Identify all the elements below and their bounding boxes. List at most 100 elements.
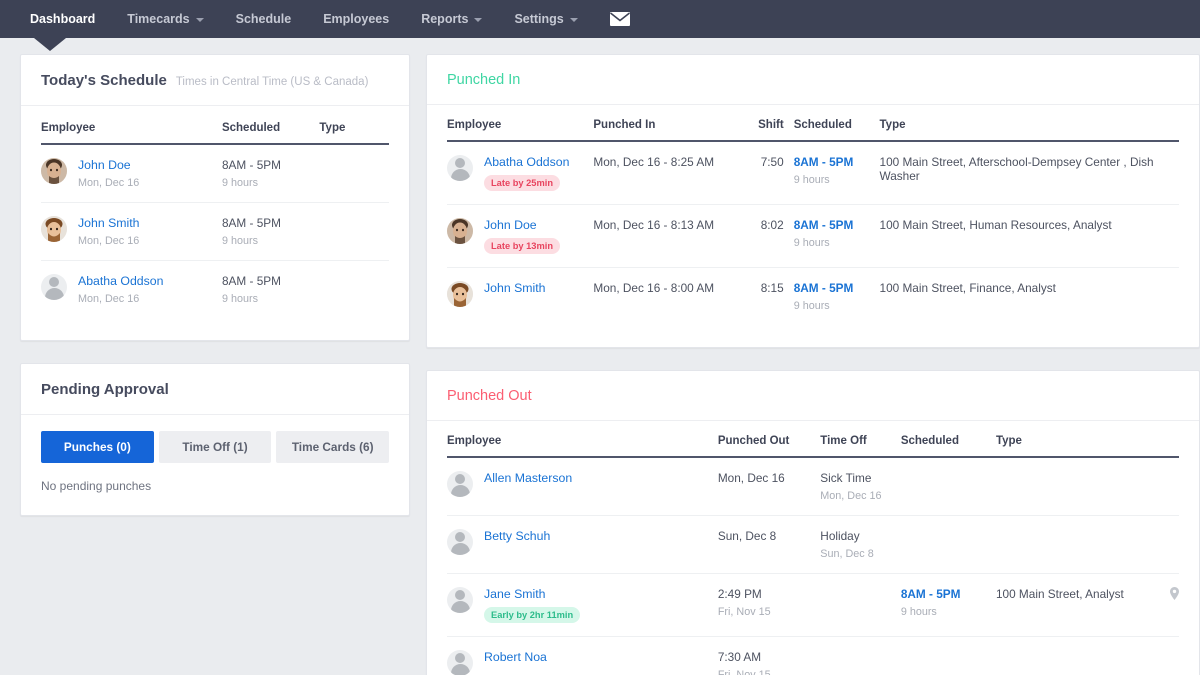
- chevron-down-icon: [195, 18, 204, 22]
- time-off-type: Sick Time: [820, 471, 872, 485]
- punched-out-table: Employee Punched Out Time Off Scheduled …: [447, 421, 1179, 675]
- employee-name-link[interactable]: Allen Masterson: [484, 471, 572, 486]
- table-row: John Doe Mon, Dec 16 8AM - 5PM 9 hours: [41, 144, 389, 203]
- employee-info: Jane Smith Early by 2hr 11min: [484, 587, 581, 623]
- punch-in-time: Mon, Dec 16 - 8:13 AM: [593, 218, 715, 232]
- employee-info: Abatha Oddson Mon, Dec 16: [78, 274, 163, 305]
- punch-out-date: Fri, Nov 15: [717, 669, 771, 675]
- punch-out-time: 7:30 AM: [717, 650, 762, 664]
- cell-punched-out: Mon, Dec 16: [717, 457, 821, 516]
- nav-item-schedule[interactable]: Schedule: [220, 0, 308, 38]
- cell-employee: John Doe Late by 13min: [447, 204, 594, 268]
- employee-info: Abatha Oddson Late by 25min: [484, 155, 569, 191]
- nav-item-settings[interactable]: Settings: [498, 0, 593, 38]
- nav-item-reports[interactable]: Reports: [405, 0, 498, 38]
- cell-employee: Allen Masterson: [447, 457, 718, 516]
- pending-tab-2[interactable]: Time Cards (6): [276, 431, 390, 463]
- employee-info: John Smith Mon, Dec 16: [78, 216, 140, 247]
- employee-name-link[interactable]: John Smith: [78, 216, 140, 231]
- punched-in-title: Punched In: [447, 72, 521, 88]
- employee-name-link[interactable]: Abatha Oddson: [78, 274, 163, 289]
- shift-value: 7:50: [760, 155, 784, 169]
- cell-scheduled: [900, 457, 996, 516]
- employee-name-link[interactable]: John Doe: [78, 158, 139, 173]
- employee-date: Mon, Dec 16: [78, 235, 140, 247]
- nav-item-timecards[interactable]: Timecards: [111, 0, 219, 38]
- table-row: John Smith Mon, Dec 16 - 8:00 AM 8:15 8AM -…: [447, 268, 1179, 326]
- col-time-off: Time Off: [820, 421, 901, 458]
- employee-name-link[interactable]: Betty Schuh: [484, 529, 550, 544]
- status-badge: Late by 25min: [484, 175, 561, 191]
- scheduled-hours: 9 hours: [221, 235, 258, 247]
- cell-scheduled: [900, 636, 996, 675]
- punch-out-time: Sun, Dec 8: [717, 529, 777, 543]
- employee-name-link[interactable]: Abatha Oddson: [484, 155, 569, 170]
- col-scheduled: Scheduled: [221, 106, 320, 145]
- punched-out-table-wrap: Employee Punched Out Time Off Scheduled …: [427, 421, 1199, 675]
- nav-item-label: Schedule: [235, 12, 292, 26]
- nav-item-employees[interactable]: Employees: [307, 0, 405, 38]
- avatar: [447, 281, 473, 307]
- employee-cell: John Smith Mon, Dec 16: [41, 216, 222, 247]
- envelope-icon: [609, 12, 630, 26]
- scheduled-hours: 9 hours: [900, 606, 937, 618]
- avatar-placeholder: [447, 155, 473, 181]
- punched-in-card: Punched In Employee Punched In Shift Sch…: [426, 54, 1200, 348]
- pending-tab-0[interactable]: Punches (0): [41, 431, 154, 463]
- scheduled-hours: 9 hours: [221, 293, 258, 305]
- cell-punched-in: Mon, Dec 16 - 8:25 AM: [593, 141, 740, 205]
- avatar-placeholder: [447, 650, 473, 675]
- pending-approval-title: Pending Approval: [41, 381, 169, 398]
- employee-info: John Doe Mon, Dec 16: [78, 158, 139, 189]
- time-off-type: Holiday: [820, 529, 860, 543]
- employee-name-link[interactable]: John Doe: [484, 218, 560, 233]
- type-value: 100 Main Street, Analyst: [995, 587, 1124, 601]
- card-bottom-padding: [21, 318, 409, 340]
- cell-time-off: [820, 636, 901, 675]
- scheduled-hours: 9 hours: [793, 174, 830, 186]
- pending-approval-card: Pending Approval Punches (0) Time Off (1)…: [20, 363, 410, 516]
- cell-scheduled: 8AM - 5PM 9 hours: [784, 268, 872, 326]
- cell-type: [319, 261, 389, 319]
- table-row: John Doe Late by 13min Mon, Dec 16 - 8:13 …: [447, 204, 1179, 268]
- employee-name-link[interactable]: John Smith: [484, 281, 546, 296]
- table-row: Allen Masterson Mon, Dec 16 Sick Time Mon, …: [447, 457, 1179, 516]
- nav-item-label: Employees: [323, 12, 390, 26]
- nav-item-label: Dashboard: [30, 12, 96, 26]
- avatar: [447, 218, 473, 244]
- status-badge: Late by 13min: [484, 238, 561, 254]
- col-shift: Shift: [739, 105, 784, 142]
- punch-out-date: Fri, Nov 15: [717, 606, 771, 618]
- time-off-date: Mon, Dec 16: [820, 490, 882, 502]
- cell-punched-out: Sun, Dec 8: [717, 515, 821, 574]
- cell-employee: Robert Noa: [447, 636, 718, 675]
- punched-in-table: Employee Punched In Shift Scheduled Type…: [447, 105, 1179, 325]
- table-header-row: Employee Punched In Shift Scheduled Type: [447, 105, 1179, 142]
- punched-in-header: Punched In: [427, 55, 1199, 105]
- page-title: Today's Schedule: [41, 72, 167, 89]
- scheduled-link[interactable]: 8AM - 5PM: [901, 587, 996, 601]
- pending-tab-1[interactable]: Time Off (1): [158, 431, 272, 463]
- employee-info: Allen Masterson: [484, 471, 572, 486]
- scheduled-link[interactable]: 8AM - 5PM: [794, 218, 872, 232]
- employee-info: John Smith: [484, 281, 546, 296]
- messages-button[interactable]: [594, 0, 646, 38]
- col-scheduled: Scheduled: [900, 421, 996, 458]
- cell-punched-out: 7:30 AM Fri, Nov 15: [717, 636, 821, 675]
- employee-info: John Doe Late by 13min: [484, 218, 561, 254]
- cell-employee: John Doe Mon, Dec 16: [41, 144, 222, 203]
- employee-name-link[interactable]: Jane Smith: [484, 587, 580, 602]
- location-pin-icon: [1170, 587, 1179, 603]
- scheduled-time: 8AM - 5PM: [221, 158, 281, 172]
- cell-punched-in: Mon, Dec 16 - 8:00 AM: [593, 268, 739, 326]
- cell-scheduled: [900, 515, 996, 574]
- type-value: 100 Main Street, Afterschool-Dempsey Cen…: [879, 155, 1154, 183]
- todays-schedule-table-wrap: Employee Scheduled Type John Doe Mon, Dec…: [21, 106, 409, 318]
- shift-value: 8:02: [760, 218, 784, 232]
- employee-name-link[interactable]: Robert Noa: [484, 650, 547, 665]
- type-value: 100 Main Street, Finance, Analyst: [879, 281, 1056, 295]
- nav-item-dashboard[interactable]: Dashboard: [14, 0, 111, 38]
- scheduled-link[interactable]: 8AM - 5PM: [794, 281, 872, 295]
- employee-cell: Betty Schuh: [447, 529, 718, 555]
- scheduled-link[interactable]: 8AM - 5PM: [794, 155, 872, 169]
